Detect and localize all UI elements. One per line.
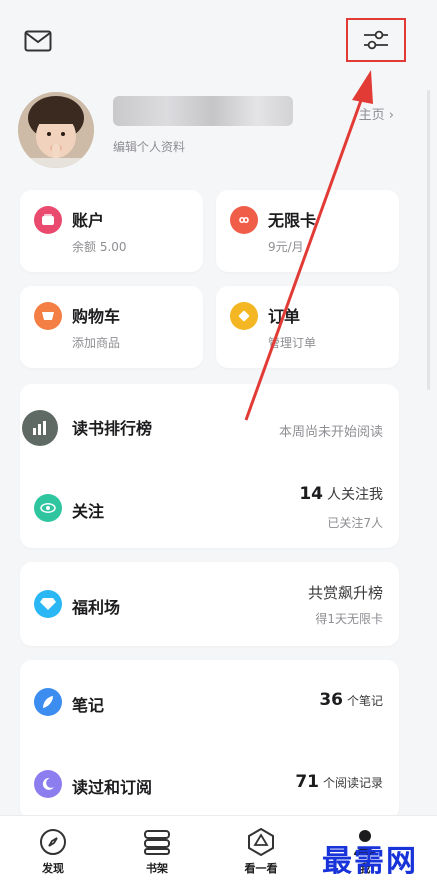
cart-sub: 添加商品: [72, 336, 121, 350]
welfare-ranking: 共赏飙升榜: [307, 584, 383, 602]
orders-sub: 管理订单: [268, 336, 317, 350]
tab-shelf[interactable]: 书架: [107, 816, 207, 886]
eye-icon: [34, 494, 62, 522]
unlimited-card[interactable]: 无限卡 9元/月: [216, 190, 399, 272]
reading-group: 笔记 36 个笔记 读过和订阅 71 个阅读记录: [20, 660, 399, 820]
account-card[interactable]: 账户 余额 5.00: [20, 190, 203, 272]
cart-icon: [34, 302, 62, 330]
infinity-icon: [230, 206, 258, 234]
profile-section[interactable]: 编辑个人资料 主页 ›: [18, 92, 408, 172]
history-row[interactable]: 读过和订阅 71 个阅读记录: [20, 742, 399, 824]
unlimited-price: 9元/月: [268, 240, 304, 254]
followers-count: 14 人关注我: [299, 484, 383, 504]
tab-watch[interactable]: 看一看: [211, 816, 311, 886]
mail-icon[interactable]: [24, 30, 52, 52]
settings-button[interactable]: [346, 18, 406, 62]
welfare-title: 福利场: [72, 598, 121, 617]
books-icon: [144, 830, 170, 855]
top-bar: [0, 0, 437, 80]
notes-number: 36: [319, 690, 343, 710]
sliders-icon: [364, 30, 388, 50]
welfare-reward: 得1天无限卡: [315, 612, 383, 626]
unlimited-title: 无限卡: [268, 211, 317, 230]
orders-card[interactable]: 订单 管理订单: [216, 286, 399, 368]
homepage-label: 主页: [358, 108, 385, 123]
chevron-right-icon: ›: [388, 108, 394, 123]
account-balance: 余额 5.00: [72, 240, 127, 254]
compass-icon: [40, 829, 66, 855]
notes-title: 笔记: [72, 696, 105, 715]
notes-count: 36 个笔记: [319, 690, 383, 710]
feather-icon: [34, 688, 62, 716]
following-count: 已关注7人: [327, 516, 383, 530]
tab-discover-label: 发现: [42, 862, 64, 875]
account-title: 账户: [72, 211, 105, 230]
history-count: 71 个阅读记录: [295, 772, 383, 792]
history-number: 71: [295, 772, 319, 792]
notes-row[interactable]: 笔记 36 个笔记: [20, 660, 399, 742]
star-icon: [248, 827, 274, 857]
cart-title: 购物车: [72, 307, 121, 326]
diamond-icon: [34, 590, 62, 618]
tab-discover[interactable]: 发现: [3, 816, 103, 886]
ranking-status: 本周尚未开始阅读: [278, 425, 383, 440]
ranking-row[interactable]: 读书排行榜 本周尚未开始阅读: [20, 384, 399, 466]
welfare-row[interactable]: 福利场 共赏飙升榜 得1天无限卡: [20, 562, 399, 646]
order-icon: [230, 302, 258, 330]
watermark: 最需网: [322, 844, 418, 879]
orders-title: 订单: [268, 307, 301, 326]
history-label: 个阅读记录: [322, 776, 383, 790]
avatar[interactable]: [18, 92, 94, 168]
followers-number: 14: [299, 484, 323, 504]
cart-card[interactable]: 购物车 添加商品: [20, 286, 203, 368]
scrollbar[interactable]: [427, 90, 430, 390]
ranking-title: 读书排行榜: [72, 419, 153, 438]
history-title: 读过和订阅: [72, 778, 153, 797]
ranking-icon: [22, 410, 58, 446]
username-blurred: [113, 96, 293, 126]
moon-icon: [34, 770, 62, 798]
tab-watch-label: 看一看: [244, 862, 278, 875]
wallet-icon: [34, 206, 62, 234]
followers-label: 人关注我: [327, 487, 383, 503]
tab-shelf-label: 书架: [146, 862, 168, 875]
follow-row[interactable]: 关注 14 人关注我 已关注7人: [20, 466, 399, 548]
notes-label: 个笔记: [346, 694, 383, 708]
follow-title: 关注: [72, 502, 105, 521]
social-group: 读书排行榜 本周尚未开始阅读 关注 14 人关注我 已关注7人: [20, 384, 399, 548]
homepage-link[interactable]: 主页 ›: [359, 104, 394, 123]
edit-profile-link[interactable]: 编辑个人资料: [113, 138, 185, 155]
